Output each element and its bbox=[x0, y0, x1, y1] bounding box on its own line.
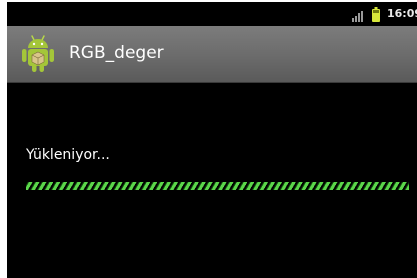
action-bar: RGB_deger bbox=[7, 26, 417, 83]
progress-bar-fill bbox=[26, 182, 409, 190]
battery-icon bbox=[372, 7, 380, 22]
progress-bar bbox=[26, 182, 409, 190]
app-title: RGB_deger bbox=[69, 43, 164, 63]
status-clock: 16:09 bbox=[387, 7, 417, 20]
loading-message: Yükleniyor... bbox=[26, 147, 110, 163]
progress-dialog: Yükleniyor... bbox=[7, 83, 417, 278]
signal-bars-icon bbox=[352, 11, 363, 22]
device-screen: 16:09 RGB_deger Yükleniyor... bbox=[7, 2, 417, 278]
android-robot-icon bbox=[22, 35, 54, 72]
status-bar: 16:09 bbox=[7, 2, 417, 26]
